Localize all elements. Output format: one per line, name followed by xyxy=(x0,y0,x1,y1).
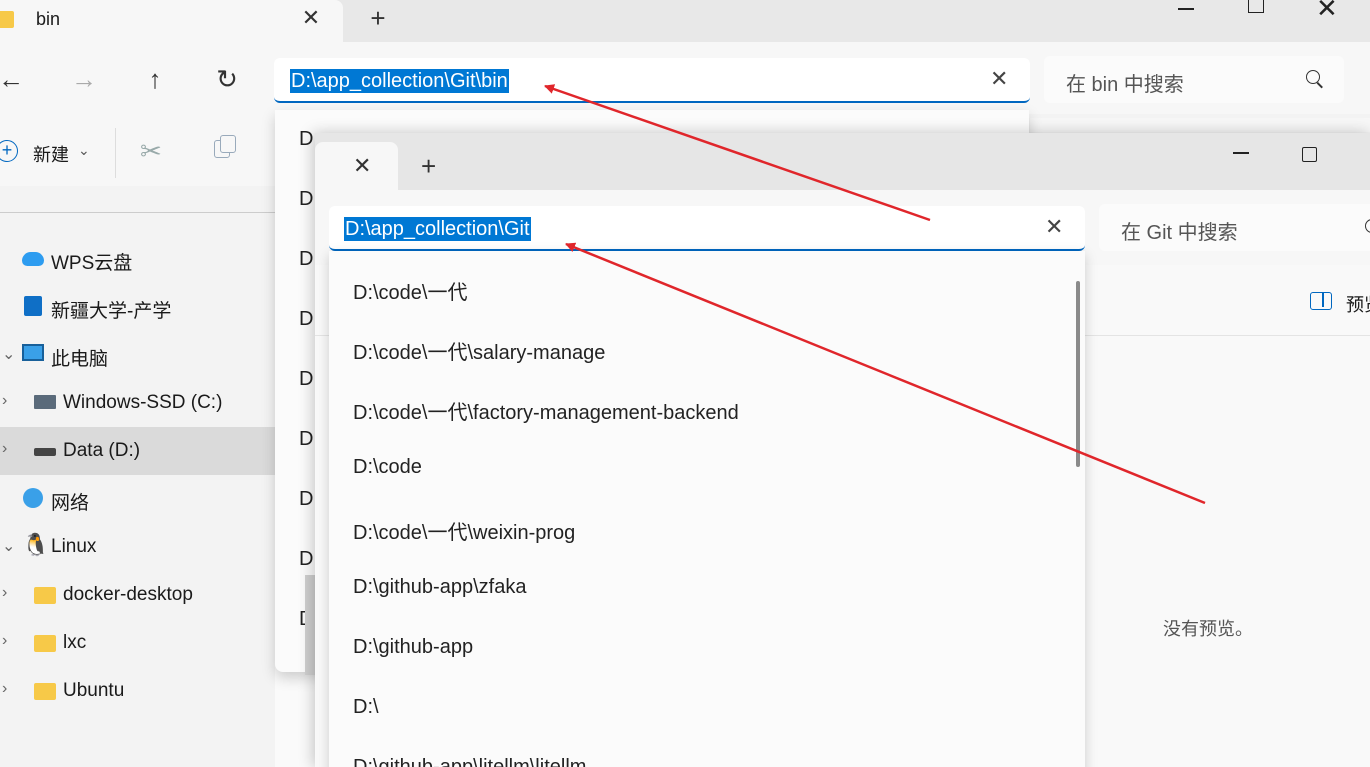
dropdown-item[interactable]: D:\code xyxy=(353,456,422,479)
search-box[interactable]: 在 bin 中搜索 xyxy=(1044,56,1344,103)
maximize-button[interactable] xyxy=(1248,0,1264,13)
dropdown-item[interactable]: D:\github-app\litellm\litellm xyxy=(353,756,586,767)
clear-icon[interactable]: ✕ xyxy=(990,66,1008,92)
sidebar-item-label: Ubuntu xyxy=(63,680,125,701)
close-tab-icon[interactable]: ✕ xyxy=(298,5,324,31)
tab-title: bin xyxy=(36,9,61,29)
preview-pane-icon[interactable] xyxy=(1310,292,1332,310)
chevron-right-icon[interactable]: › xyxy=(2,392,7,410)
address-input-value[interactable]: D:\app_collection\Git\bin xyxy=(290,69,509,93)
sidebar-item-label: Data (D:) xyxy=(63,440,141,461)
search-icon[interactable] xyxy=(1306,70,1320,84)
sidebar-item-this-pc[interactable]: ⌄ 此电脑 xyxy=(0,331,275,379)
sidebar-item-ubuntu[interactable]: › Ubuntu xyxy=(0,667,275,715)
refresh-icon[interactable]: ↻ xyxy=(210,62,244,96)
up-arrow-icon[interactable]: ↑ xyxy=(138,62,172,96)
new-tab-button[interactable]: + xyxy=(421,151,436,182)
preview-button[interactable]: 预览 xyxy=(1346,291,1370,317)
back-window-tab[interactable]: bin ✕ xyxy=(0,0,343,42)
maximize-button[interactable] xyxy=(1302,147,1317,162)
dropdown-item[interactable]: D:\code\一代\salary-manage xyxy=(353,336,605,365)
search-icon[interactable] xyxy=(1365,219,1370,233)
sidebar-item-label: lxc xyxy=(63,632,87,653)
close-tab-icon[interactable]: ✕ xyxy=(353,153,371,179)
sidebar-item-label: 此电脑 xyxy=(51,349,109,370)
chevron-right-icon[interactable]: › xyxy=(2,440,7,458)
scrollbar-thumb[interactable] xyxy=(1076,281,1080,467)
search-input[interactable]: 在 bin 中搜索 xyxy=(1066,68,1184,97)
new-tab-button[interactable]: + xyxy=(365,5,391,31)
minimize-button[interactable] xyxy=(1176,0,1196,16)
sidebar-item-network[interactable]: 网络 xyxy=(0,475,275,523)
folder-icon xyxy=(34,683,56,700)
scissors-icon[interactable]: ✂ xyxy=(140,136,162,167)
sidebar-item-wps[interactable]: WPS云盘 xyxy=(0,235,275,283)
dropdown-item[interactable]: D:\code\一代 xyxy=(353,276,467,305)
drive-icon xyxy=(34,395,56,409)
dropdown-item[interactable]: D:\github-app xyxy=(353,636,473,659)
sidebar-item-drive-d[interactable]: › Data (D:) xyxy=(0,427,275,475)
chevron-down-icon[interactable]: ⌄ xyxy=(78,142,90,159)
back-arrow-icon[interactable]: ← xyxy=(0,62,28,96)
network-icon xyxy=(23,488,43,508)
forward-arrow-icon[interactable]: → xyxy=(67,62,101,96)
search-input[interactable]: 在 Git 中搜索 xyxy=(1121,216,1238,245)
address-bar[interactable]: D:\app_collection\Git ✕ xyxy=(329,206,1085,251)
sidebar-item-org[interactable]: 新疆大学-产学 xyxy=(0,283,275,331)
folder-icon xyxy=(34,587,56,604)
sidebar-item-linux[interactable]: ⌄ 🐧 Linux xyxy=(0,523,275,571)
address-history-dropdown: D:\code\一代 D:\code\一代\salary-manage D:\c… xyxy=(329,251,1085,767)
close-window-button[interactable]: ✕ xyxy=(1316,0,1338,24)
penguin-icon: 🐧 xyxy=(22,532,50,557)
dropdown-item[interactable]: D:\ xyxy=(353,696,379,719)
sidebar-item-docker-desktop[interactable]: › docker-desktop xyxy=(0,571,275,619)
chevron-down-icon[interactable]: ⌄ xyxy=(2,536,15,556)
chevron-right-icon[interactable]: › xyxy=(2,632,7,650)
sidebar-item-label: 新疆大学-产学 xyxy=(51,301,172,322)
address-bar[interactable]: D:\app_collection\Git\bin ✕ xyxy=(274,58,1030,103)
chevron-right-icon[interactable]: › xyxy=(2,584,7,602)
dropdown-item[interactable]: D:\code\一代\weixin-prog xyxy=(353,516,575,545)
org-icon xyxy=(24,296,42,316)
sidebar-item-drive-c[interactable]: › Windows-SSD (C:) xyxy=(0,379,275,427)
dropdown-item[interactable]: D:\github-app\zfaka xyxy=(353,576,526,599)
sidebar-item-label: docker-desktop xyxy=(63,584,193,605)
back-window-toolbar xyxy=(1030,118,1370,132)
sidebar-item-label: Linux xyxy=(51,536,97,557)
divider xyxy=(0,212,275,213)
address-input-value[interactable]: D:\app_collection\Git xyxy=(344,217,531,241)
copy-icon[interactable] xyxy=(214,135,236,158)
cloud-icon xyxy=(22,252,44,266)
new-button[interactable]: 新建 xyxy=(33,141,69,167)
front-window-tabstrip xyxy=(315,133,1370,190)
sidebar-item-lxc[interactable]: › lxc xyxy=(0,619,275,667)
no-preview-text: 没有预览。 xyxy=(1163,619,1253,639)
folder-icon xyxy=(34,635,56,652)
pc-icon xyxy=(22,344,44,361)
chevron-down-icon[interactable]: ⌄ xyxy=(2,344,15,364)
front-window: ✕ + D:\app_collection\Git ✕ 在 Git 中搜索 预览… xyxy=(315,133,1370,767)
search-box[interactable]: 在 Git 中搜索 xyxy=(1099,204,1370,251)
sidebar-item-label: 网络 xyxy=(51,493,90,514)
minimize-button[interactable] xyxy=(1233,145,1251,159)
drive-icon xyxy=(34,448,56,456)
scrollbar-thumb[interactable] xyxy=(305,575,315,675)
dropdown-item[interactable]: D:\code\一代\factory-management-backend xyxy=(353,396,739,425)
folder-icon xyxy=(0,11,14,28)
clear-icon[interactable]: ✕ xyxy=(1045,214,1063,240)
divider xyxy=(115,128,116,178)
chevron-right-icon[interactable]: › xyxy=(2,680,7,698)
sidebar-item-label: Windows-SSD (C:) xyxy=(63,392,223,413)
sidebar-item-label: WPS云盘 xyxy=(51,253,133,274)
